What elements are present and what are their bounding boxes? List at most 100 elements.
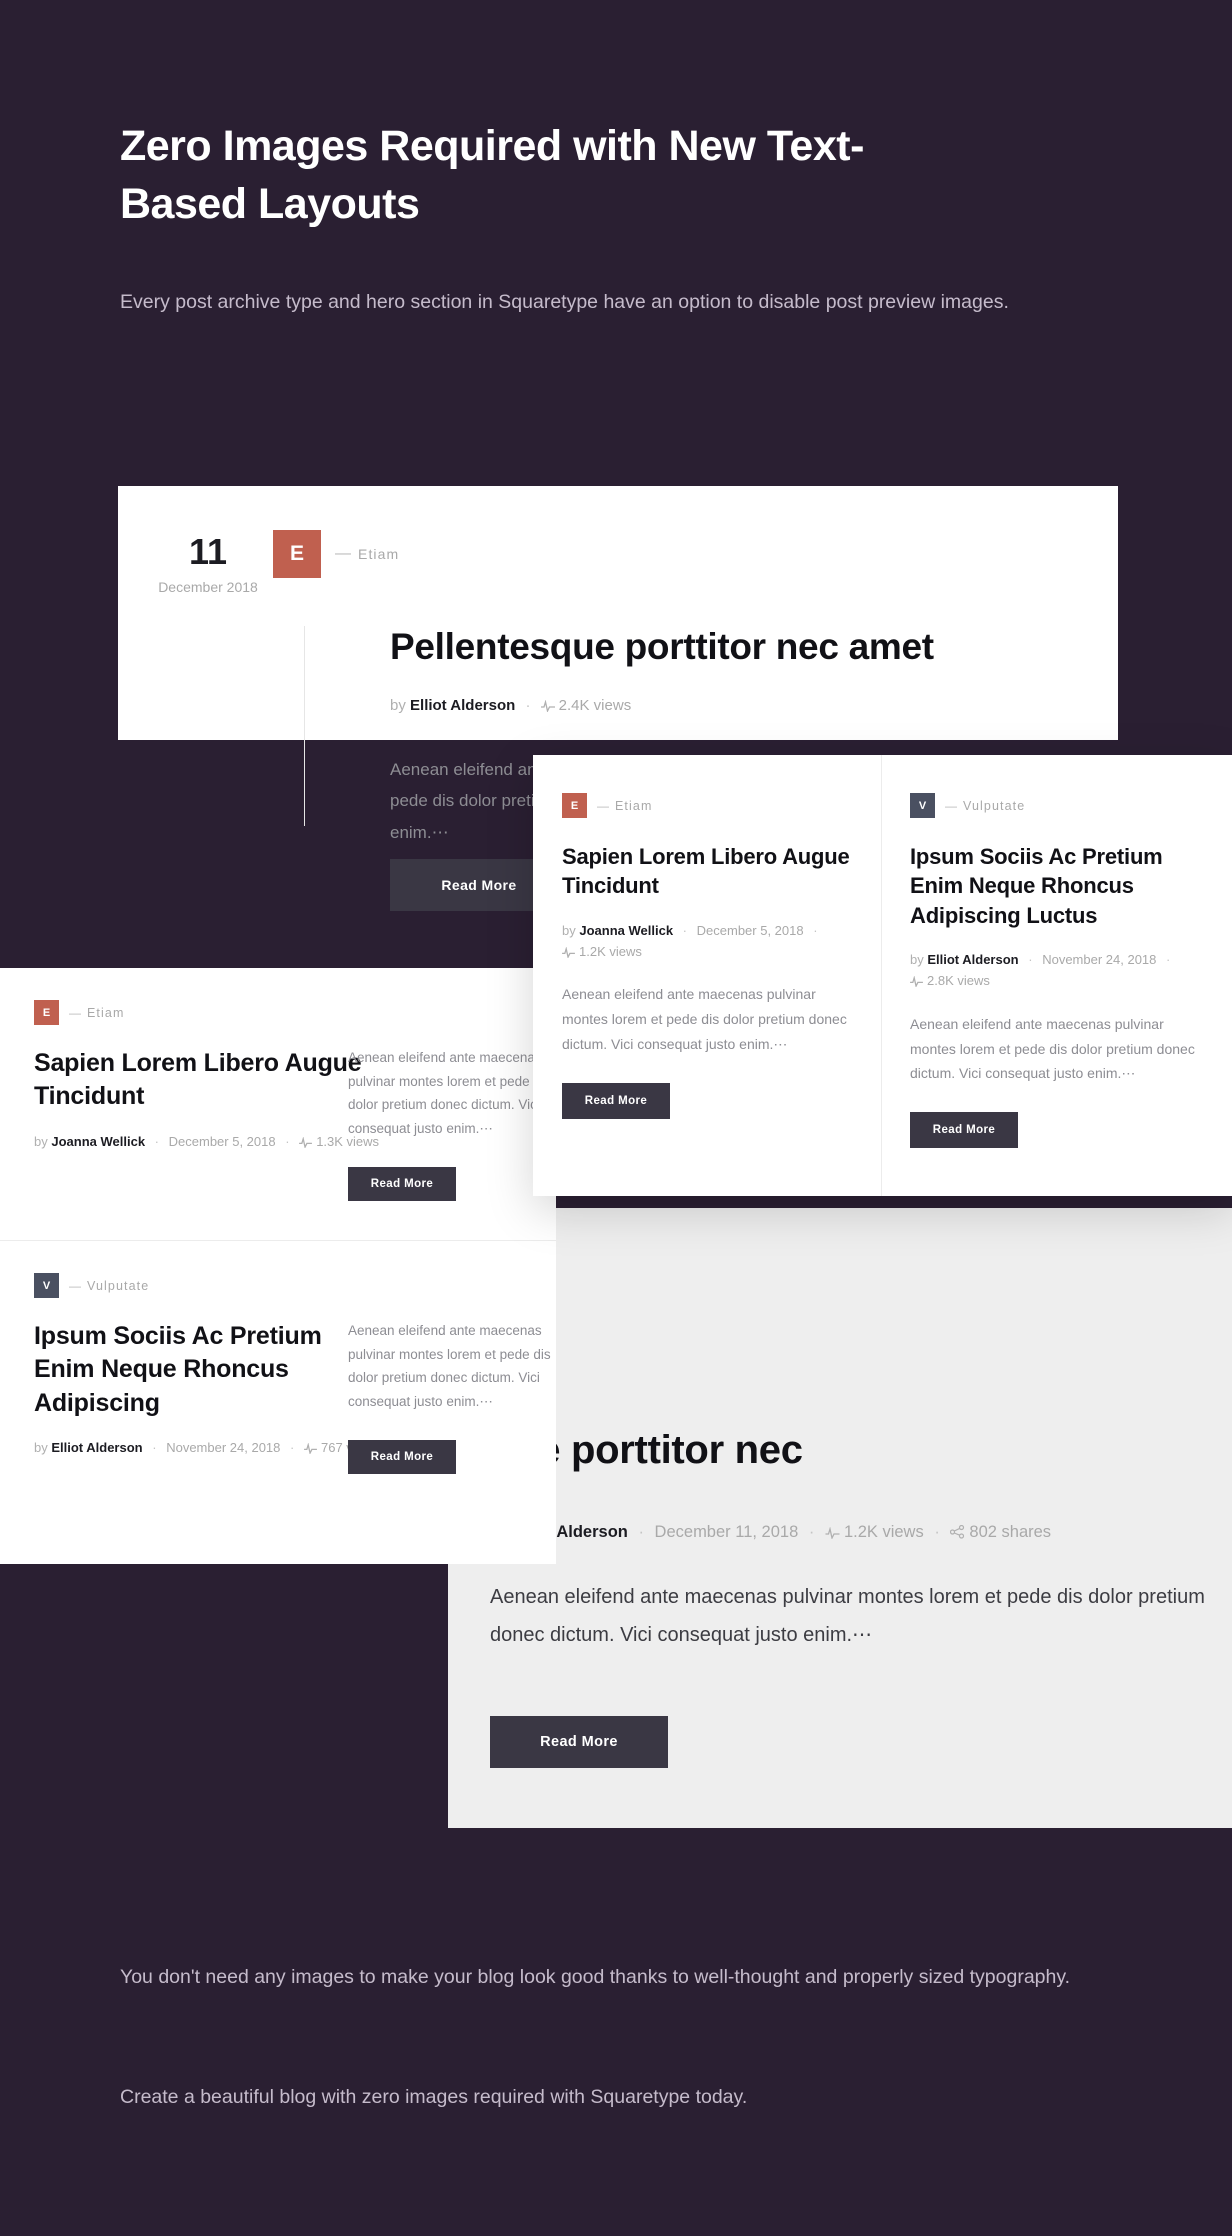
page-title: Zero Images Required with New Text-Based… <box>120 122 864 228</box>
post-views: 1.2K views <box>843 1523 924 1541</box>
dash-separator: — <box>69 1005 81 1020</box>
post-excerpt: Aenean eleifend ante maecenas pulvinar m… <box>910 1015 1195 1082</box>
dash-separator: — <box>69 1278 81 1293</box>
post-byline: by Joanna Wellick · December 5, 2018 · 1… <box>562 920 852 965</box>
post-byline: by Elliot Alderson · November 24, 2018 ·… <box>910 949 1200 994</box>
post-views: 2.4K views <box>558 697 632 714</box>
by-label: by <box>34 1133 48 1149</box>
list-item-aside: Aenean eleifend ante maecenas pulvinar m… <box>348 1319 578 1474</box>
dash-separator: — <box>335 545 351 562</box>
views-pulse-icon <box>299 1135 313 1151</box>
read-more-button[interactable]: Read More <box>910 1112 1018 1149</box>
post-excerpt: Aenean eleifend ante maecenas pulvinar m… <box>490 1586 1205 1646</box>
post-author[interactable]: Elliot Alderson <box>410 697 515 714</box>
category-badge-icon: E <box>273 530 321 578</box>
meta-separator: · <box>285 1133 290 1149</box>
post-date: December 5, 2018 <box>168 1133 276 1149</box>
post-author[interactable]: Joanna Wellick <box>51 1134 145 1149</box>
post-title[interactable]: Sapien Lorem Libero Augue Tincidunt <box>562 842 852 901</box>
overlay-post-grid: E — Etiam Sapien Lorem Libero Augue Tinc… <box>533 755 1232 1196</box>
views-pulse-icon <box>562 943 575 964</box>
post-date: November 24, 2018 <box>166 1439 281 1455</box>
list-item-main: V — Vulputate Ipsum Sociis Ac Pretium En… <box>34 1273 384 1457</box>
post-month-year: December 2018 <box>158 579 258 595</box>
dash-separator: — <box>945 798 957 813</box>
category-label[interactable]: Vulputate <box>963 799 1025 813</box>
post-byline: by Elliot Alderson · 2.4K views <box>390 697 631 716</box>
post-title[interactable]: Ipsum Sociis Ac Pretium Enim Neque Rhonc… <box>910 842 1200 930</box>
post-shares: 802 shares <box>969 1523 1052 1541</box>
page-subtitle: Every post archive type and hero section… <box>120 291 1009 313</box>
category-row[interactable]: E — Etiam <box>34 1000 384 1025</box>
list-item[interactable]: E — Etiam Sapien Lorem Libero Augue Tinc… <box>0 968 556 1240</box>
post-date: November 24, 2018 <box>1042 951 1157 967</box>
post-list-panel: E — Etiam Sapien Lorem Libero Augue Tinc… <box>0 968 556 1564</box>
read-more-button[interactable]: Read More <box>490 1716 668 1768</box>
post-title[interactable]: Ipsum Sociis Ac Pretium Enim Neque Rhonc… <box>34 1320 384 1420</box>
meta-separator: · <box>525 697 531 714</box>
category-badge-icon: V <box>910 793 935 818</box>
footer-paragraph-2: Create a beautiful blog with zero images… <box>120 2086 748 2108</box>
by-label: by <box>910 951 924 967</box>
category-badge-icon: E <box>34 1000 59 1025</box>
views-pulse-icon <box>304 1442 317 1457</box>
post-date-block: 11 December 2018 <box>148 534 268 597</box>
by-label: by <box>34 1439 48 1455</box>
category-row[interactable]: E — Etiam <box>273 530 399 578</box>
category-row[interactable]: V — Vulputate <box>910 793 1200 818</box>
post-author[interactable]: Elliot Alderson <box>51 1440 142 1455</box>
post-byline: by Elliot Alderson · November 24, 2018 ·… <box>34 1440 384 1457</box>
post-excerpt: Aenean eleifend ante maecenas pulvinar m… <box>348 1323 551 1409</box>
meta-separator: · <box>813 922 818 938</box>
post-title[interactable]: Sapien Lorem Libero Augue Tincidunt <box>34 1047 384 1114</box>
category-label[interactable]: Etiam <box>358 546 399 562</box>
by-label: by <box>390 697 406 714</box>
meta-separator: · <box>290 1439 295 1455</box>
list-item-main: E — Etiam Sapien Lorem Libero Augue Tinc… <box>34 1000 384 1151</box>
views-pulse-icon <box>825 1525 840 1544</box>
column-divider <box>881 755 882 1196</box>
category-label[interactable]: Etiam <box>615 799 652 813</box>
read-more-button[interactable]: Read More <box>348 1439 456 1474</box>
meta-separator: · <box>682 922 688 938</box>
meta-separator: · <box>1166 951 1171 967</box>
grid-item[interactable]: V — Vulputate Ipsum Sociis Ac Pretium En… <box>910 793 1200 1149</box>
category-badge-icon: E <box>562 793 587 818</box>
views-pulse-icon <box>540 699 555 716</box>
views-pulse-icon <box>910 972 923 993</box>
share-nodes-icon <box>950 1524 965 1544</box>
post-date: December 5, 2018 <box>696 922 804 938</box>
post-title[interactable]: Pellentesque porttitor nec amet <box>390 626 934 668</box>
meta-separator: · <box>152 1439 157 1455</box>
post-author[interactable]: Joanna Wellick <box>579 923 673 938</box>
post-author[interactable]: Elliot Alderson <box>927 952 1018 967</box>
post-views: 1.2K views <box>579 943 642 959</box>
post-excerpt: Aenean eleifend ante maecenas pulvinar m… <box>562 986 847 1053</box>
meta-separator: · <box>638 1523 644 1541</box>
post-byline: by Elliot Alderson · December 11, 2018 ·… <box>490 1523 1051 1544</box>
meta-separator: · <box>808 1523 815 1541</box>
post-views: 2.8K views <box>927 973 990 989</box>
category-row[interactable]: E — Etiam <box>562 793 852 818</box>
footer-paragraph-1: You don't need any images to make your b… <box>120 1966 1071 1988</box>
category-label[interactable]: Etiam <box>87 1006 124 1020</box>
category-badge-icon: V <box>34 1273 59 1298</box>
dash-separator: — <box>597 798 609 813</box>
post-day: 11 <box>188 531 228 572</box>
post-byline: by Joanna Wellick · December 5, 2018 · 1… <box>34 1134 384 1151</box>
vertical-divider <box>304 626 305 826</box>
meta-separator: · <box>154 1133 160 1149</box>
hero-post-card[interactable]: 11 December 2018 E — Etiam Pellentesque … <box>118 486 1118 911</box>
list-item[interactable]: V — Vulputate Ipsum Sociis Ac Pretium En… <box>0 1240 556 1512</box>
page-root: Zero Images Required with New Text-Based… <box>0 0 1232 2236</box>
read-more-button[interactable]: Read More <box>562 1083 670 1120</box>
category-label[interactable]: Vulputate <box>87 1279 149 1293</box>
grid-item[interactable]: E — Etiam Sapien Lorem Libero Augue Tinc… <box>562 793 852 1120</box>
read-more-button[interactable]: Read More <box>348 1166 456 1201</box>
meta-separator: · <box>934 1523 940 1541</box>
featured-wide-card[interactable]: que porttitor nec by Elliot Alderson · D… <box>448 1208 1232 1828</box>
category-row[interactable]: V — Vulputate <box>34 1273 384 1298</box>
post-date: December 11, 2018 <box>654 1523 799 1541</box>
meta-separator: · <box>1028 951 1033 967</box>
by-label: by <box>562 922 576 938</box>
